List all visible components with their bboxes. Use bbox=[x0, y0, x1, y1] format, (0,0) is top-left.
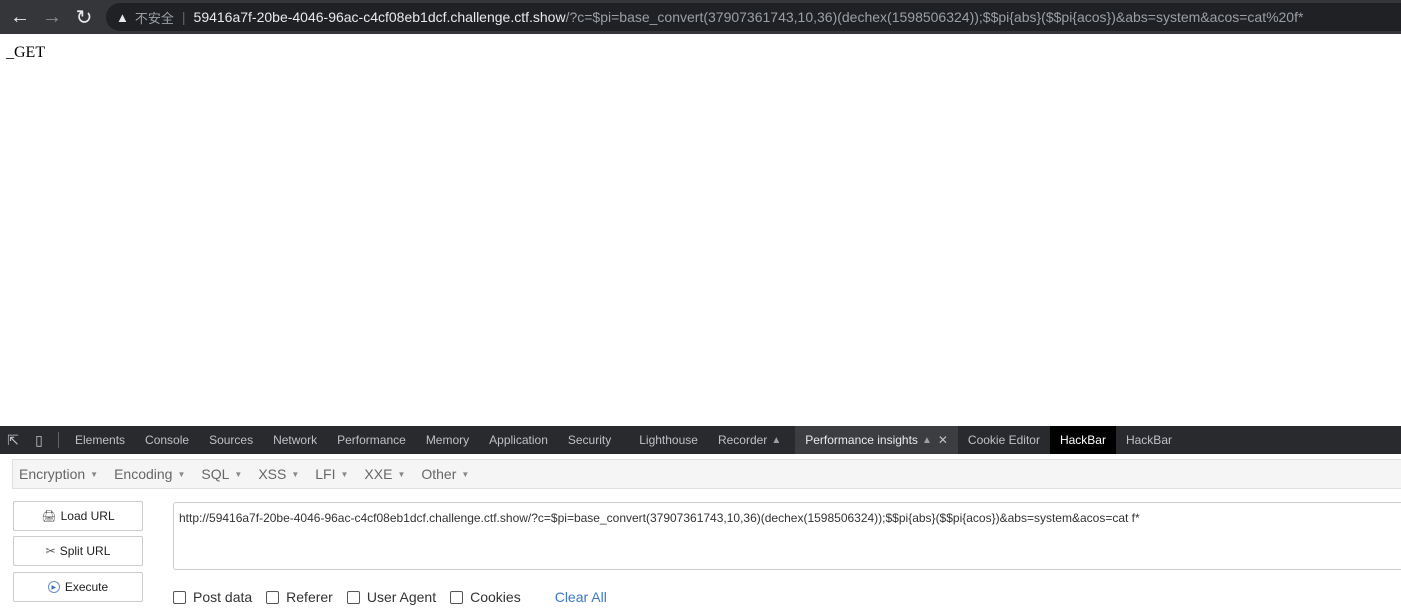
address-divider: | bbox=[181, 9, 186, 25]
cookies-label: Cookies bbox=[470, 589, 521, 605]
address-bar[interactable]: ▲ 不安全 | 59416a7f-20be-4046-96ac-c4cf08eb… bbox=[106, 3, 1401, 31]
user-agent-checkbox[interactable] bbox=[346, 590, 360, 604]
options-row: Post data Referer User Agent Cookies Cle… bbox=[173, 589, 607, 605]
referer-label: Referer bbox=[286, 589, 333, 605]
close-icon[interactable]: ✕ bbox=[938, 433, 948, 447]
reload-button[interactable]: ↻ bbox=[68, 0, 100, 34]
tab-console[interactable]: Console bbox=[135, 426, 199, 454]
split-url-button[interactable]: ✂ Split URL bbox=[13, 536, 143, 566]
scissors-icon: ✂ bbox=[45, 544, 56, 558]
caret-down-icon: ▼ bbox=[90, 469, 99, 479]
tab-hackbar[interactable]: HackBar bbox=[1116, 426, 1182, 454]
menu-xxe[interactable]: XXE ▼ bbox=[358, 466, 415, 482]
menu-other[interactable]: Other ▼ bbox=[415, 466, 479, 482]
post-data-option[interactable]: Post data bbox=[173, 589, 252, 605]
caret-down-icon: ▼ bbox=[291, 469, 300, 479]
menu-label: Other bbox=[421, 466, 457, 482]
user-agent-label: User Agent bbox=[366, 589, 437, 605]
menu-encoding[interactable]: Encoding ▼ bbox=[108, 466, 195, 482]
tab-performance-insights-label: Performance insights bbox=[805, 433, 918, 447]
security-label[interactable]: 不安全 bbox=[135, 8, 174, 27]
play-icon: ▶ bbox=[47, 581, 60, 593]
referer-checkbox[interactable] bbox=[266, 590, 280, 604]
arrow-left-icon: ← bbox=[10, 5, 30, 28]
url-host[interactable]: 59416a7f-20be-4046-96ac-c4cf08eb1dcf.cha… bbox=[194, 9, 566, 25]
tab-divider bbox=[58, 432, 59, 448]
back-button[interactable]: ← bbox=[4, 0, 36, 34]
cookies-option[interactable]: Cookies bbox=[450, 589, 521, 605]
warning-icon[interactable]: ▲ bbox=[116, 10, 129, 25]
tab-elements[interactable]: Elements bbox=[65, 426, 135, 454]
tab-hackbar-active[interactable]: HackBar bbox=[1049, 426, 1116, 454]
inspect-element-icon[interactable]: ⇱ bbox=[0, 426, 26, 454]
device-toolbar-icon[interactable]: ▯ bbox=[26, 426, 52, 454]
menu-label: Encryption bbox=[19, 466, 86, 482]
caret-down-icon: ▼ bbox=[397, 469, 406, 479]
flask-icon: ▲ bbox=[771, 434, 782, 446]
tab-sources[interactable]: Sources bbox=[199, 426, 263, 454]
execute-label: Execute bbox=[64, 580, 109, 594]
caret-down-icon: ▼ bbox=[177, 469, 186, 479]
tab-memory[interactable]: Memory bbox=[416, 426, 479, 454]
devtools-tabbar: ⇱ ▯ Elements Console Sources Network Per… bbox=[0, 426, 1401, 454]
tab-recorder-label: Recorder bbox=[717, 433, 768, 447]
tab-performance-insights[interactable]: Performance insights ▲ ✕ bbox=[795, 426, 958, 454]
hackbar-menu: Encryption ▼ Encoding ▼ SQL ▼ XSS ▼ LFI ▼ XXE… bbox=[12, 459, 1401, 489]
reload-icon: ↻ bbox=[75, 6, 93, 29]
tab-cookie-editor[interactable]: Cookie Editor bbox=[958, 426, 1050, 454]
load-url-button[interactable]: 🖨 Load URL bbox=[13, 501, 143, 531]
menu-label: XXE bbox=[364, 466, 393, 482]
user-agent-option[interactable]: User Agent bbox=[346, 589, 437, 605]
caret-down-icon: ▼ bbox=[461, 469, 470, 479]
execute-button[interactable]: ▶ Execute bbox=[13, 572, 143, 602]
tab-lighthouse-label: Lighthouse bbox=[639, 433, 698, 447]
menu-sql[interactable]: SQL ▼ bbox=[195, 466, 252, 482]
menu-encryption[interactable]: Encryption ▼ bbox=[13, 466, 108, 482]
referer-option[interactable]: Referer bbox=[266, 589, 333, 605]
caret-down-icon: ▼ bbox=[340, 469, 349, 479]
tab-application[interactable]: Application bbox=[479, 426, 558, 454]
url-path[interactable]: /?c=$pi=base_convert(37907361743,10,36)(… bbox=[566, 9, 1304, 25]
post-data-label: Post data bbox=[193, 589, 253, 605]
browser-toolbar: ← → ↻ ▲ 不安全 | 59416a7f-20be-4046-96ac-c4… bbox=[0, 0, 1401, 34]
flask-icon: ▲ bbox=[921, 434, 932, 446]
hackbar-panel: Encryption ▼ Encoding ▼ SQL ▼ XSS ▼ LFI ▼ XXE… bbox=[0, 454, 1401, 610]
menu-label: LFI bbox=[315, 466, 336, 482]
tab-recorder[interactable]: Recorder ▲ bbox=[708, 426, 791, 454]
menu-label: XSS bbox=[258, 466, 287, 482]
tab-security[interactable]: Security bbox=[558, 426, 621, 454]
load-icon: 🖨 bbox=[41, 509, 57, 523]
clear-all-link[interactable]: Clear All bbox=[555, 589, 607, 605]
split-url-label: Split URL bbox=[59, 544, 111, 558]
cookies-checkbox[interactable] bbox=[450, 590, 464, 604]
page-output-text: _GET bbox=[6, 44, 46, 61]
menu-lfi[interactable]: LFI ▼ bbox=[309, 466, 358, 482]
caret-down-icon: ▼ bbox=[234, 469, 243, 479]
load-url-label: Load URL bbox=[60, 509, 115, 523]
tab-network[interactable]: Network bbox=[263, 426, 327, 454]
tab-performance[interactable]: Performance bbox=[327, 426, 416, 454]
menu-label: Encoding bbox=[114, 466, 173, 482]
menu-label: SQL bbox=[201, 466, 230, 482]
tab-lighthouse[interactable]: Lighthouse bbox=[629, 426, 708, 454]
forward-button[interactable]: → bbox=[36, 0, 68, 34]
menu-xss[interactable]: XSS ▼ bbox=[252, 466, 309, 482]
post-data-checkbox[interactable] bbox=[173, 590, 186, 604]
arrow-right-icon: → bbox=[42, 5, 62, 28]
url-textarea[interactable]: http://59416a7f-20be-4046-96ac-c4cf08eb1… bbox=[173, 502, 1401, 570]
